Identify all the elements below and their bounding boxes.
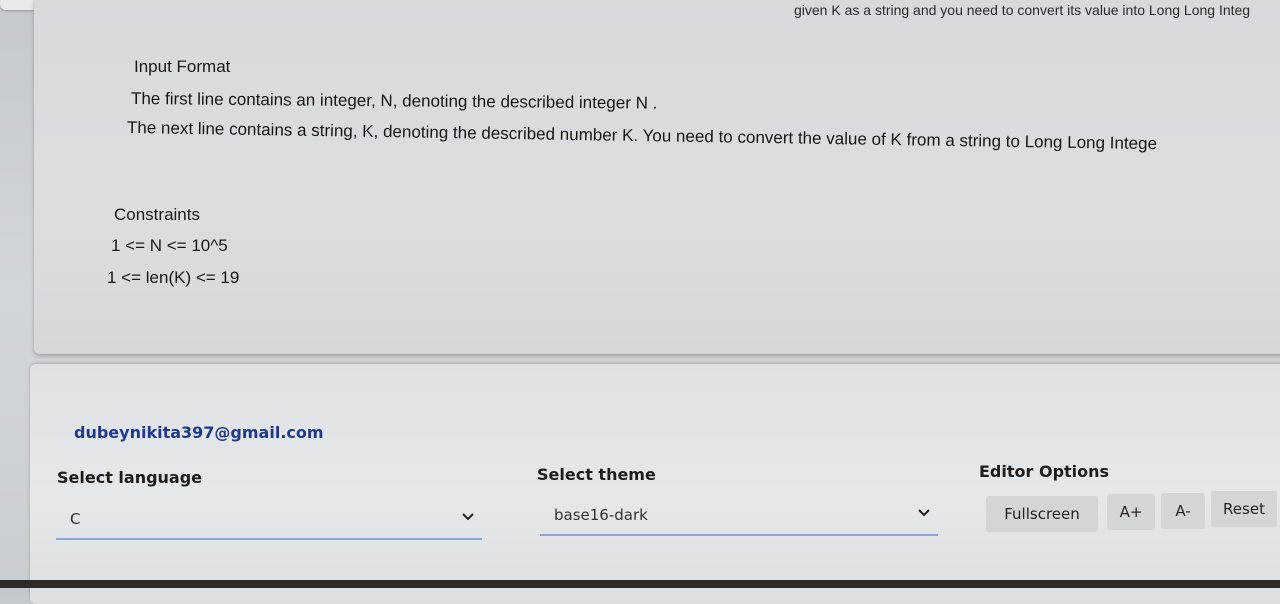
chevron-down-icon — [462, 513, 474, 521]
select-language-label: Select language — [57, 468, 203, 487]
fullscreen-button[interactable]: Fullscreen — [986, 496, 1098, 532]
editor-settings-panel — [30, 364, 1280, 604]
user-email: dubeynikita397@gmail.com — [74, 423, 324, 442]
language-select[interactable]: C — [56, 500, 482, 540]
constraints-heading: Constraints — [114, 205, 200, 224]
reset-button[interactable]: Reset — [1211, 491, 1277, 527]
font-increase-button[interactable]: A+ — [1107, 494, 1155, 530]
theme-select-value: base16-dark — [554, 506, 648, 524]
constraint-line-2: 1 <= len(K) <= 19 — [107, 268, 240, 287]
theme-select[interactable]: base16-dark — [540, 496, 938, 536]
select-theme-label: Select theme — [537, 465, 656, 484]
problem-intro-line: given K as a string and you need to conv… — [794, 2, 1251, 18]
problem-statement-card — [34, 0, 1280, 354]
constraint-line-1: 1 <= N <= 10^5 — [111, 236, 228, 255]
language-select-value: C — [70, 510, 81, 528]
font-decrease-button[interactable]: A- — [1161, 493, 1205, 529]
chevron-down-icon — [918, 509, 930, 517]
screen-bezel — [0, 580, 1280, 588]
editor-options-label: Editor Options — [979, 462, 1110, 481]
input-format-heading: Input Format — [134, 57, 231, 76]
